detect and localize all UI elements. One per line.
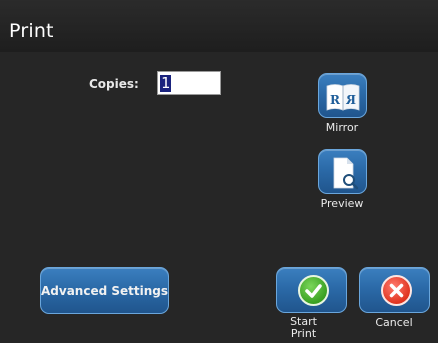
advanced-settings-label: Advanced Settings	[41, 283, 169, 298]
preview-button[interactable]	[318, 149, 367, 194]
green-check-icon	[298, 275, 329, 306]
advanced-settings-button[interactable]: Advanced Settings	[40, 267, 169, 314]
mirror-label: Mirror	[325, 121, 359, 134]
mirror-book-icon: R R	[326, 84, 360, 111]
copies-value: 1	[160, 74, 172, 92]
copies-input[interactable]: 1	[157, 71, 221, 95]
title-bar: Print	[0, 0, 438, 52]
copies-label: Copies:	[89, 77, 139, 91]
red-x-icon	[381, 275, 412, 306]
start-print-button[interactable]	[276, 267, 347, 313]
cancel-label: Cancel	[375, 316, 413, 329]
mirror-button[interactable]: R R	[318, 73, 367, 118]
page-title: Print	[9, 20, 54, 42]
document-magnifier-icon	[333, 157, 359, 190]
svg-text:R: R	[330, 93, 341, 107]
start-print-label: Start Print	[290, 315, 317, 340]
svg-text:R: R	[345, 93, 356, 107]
cancel-button[interactable]	[359, 267, 430, 313]
preview-label: Preview	[320, 197, 364, 210]
